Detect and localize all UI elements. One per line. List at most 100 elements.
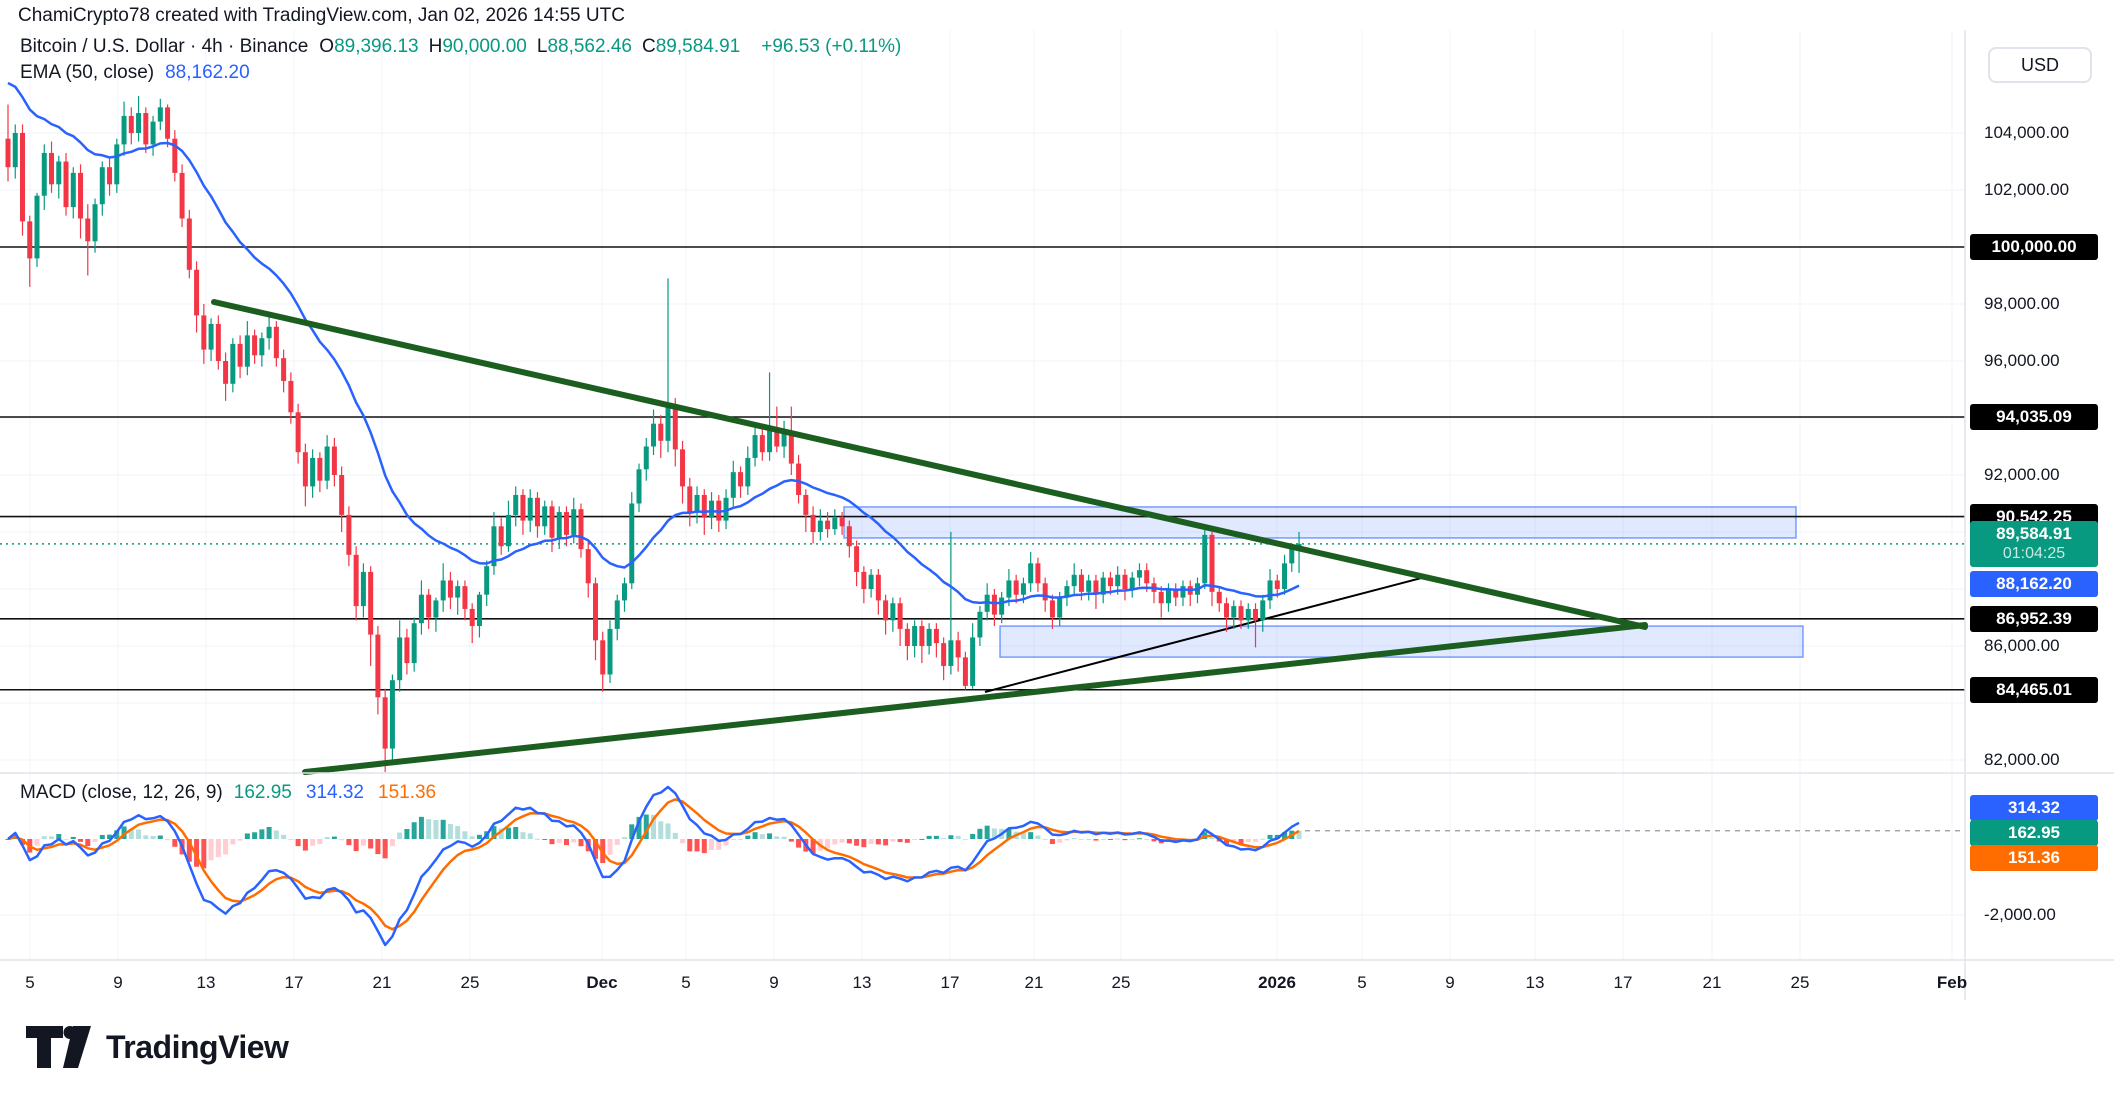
macd-legend-value: 162.95 xyxy=(234,782,292,803)
macd-histogram-bar xyxy=(1144,839,1149,840)
macd-histogram-bar xyxy=(1122,839,1127,840)
candle-body xyxy=(535,498,540,527)
candle-body xyxy=(194,270,199,316)
macd-histogram-bar xyxy=(332,837,337,839)
macd-histogram-bar xyxy=(680,839,685,843)
symbol-legend: Bitcoin / U.S. Dollar · 4h · Binance O89… xyxy=(20,36,901,58)
macd-histogram-bar xyxy=(433,820,438,839)
macd-histogram-bar xyxy=(1050,839,1055,844)
candle-body xyxy=(35,196,40,259)
macd-histogram-bar xyxy=(970,834,975,839)
time-tick-label: 17 xyxy=(941,973,960,993)
candle-body xyxy=(629,504,634,584)
macd-histogram-bar xyxy=(238,839,243,841)
macd-histogram-bar xyxy=(361,839,366,846)
candle-body xyxy=(136,113,141,133)
triangle-upper xyxy=(214,302,1645,627)
macd-histogram-bar xyxy=(354,839,359,851)
macd-histogram-bar xyxy=(317,839,322,844)
candle-body xyxy=(252,335,257,355)
candle-body xyxy=(818,521,823,532)
candle-body xyxy=(731,472,736,498)
candle-body xyxy=(789,432,794,463)
time-tick-label: 5 xyxy=(1357,973,1366,993)
macd-histogram-bar xyxy=(1064,839,1069,840)
candle-body xyxy=(85,219,90,242)
candle-body xyxy=(1268,580,1273,600)
candle-body xyxy=(1209,535,1214,592)
macd-histogram-bar xyxy=(876,839,881,844)
macd-histogram-bar xyxy=(281,835,286,839)
candle-body xyxy=(27,221,32,258)
candle-body xyxy=(1006,580,1011,597)
macd-histogram-bar xyxy=(448,824,453,839)
candle-body xyxy=(42,153,47,196)
price-tick-label: 86,000.00 xyxy=(1984,636,2060,656)
macd-histogram-bar xyxy=(977,829,982,839)
candle-body xyxy=(499,526,504,546)
macd-histogram-bar xyxy=(506,828,511,839)
candle-body xyxy=(803,495,808,515)
macd-histogram-bar xyxy=(35,839,40,846)
macd-histogram-bar xyxy=(143,835,148,839)
macd-histogram-bar xyxy=(136,829,141,839)
macd-histogram-bar xyxy=(1028,832,1033,839)
candle-body xyxy=(520,495,525,521)
candle-body xyxy=(426,595,431,618)
candle-body xyxy=(1144,570,1149,583)
macd-histogram-bar xyxy=(796,839,801,848)
candle-body xyxy=(412,623,417,663)
candle-body xyxy=(1043,583,1048,600)
macd-histogram-bar xyxy=(303,839,308,851)
candle-body xyxy=(1035,563,1040,583)
ohlc-values: O89,396.13H90,000.00L88,562.46C89,584.91 xyxy=(319,36,750,58)
candle-body xyxy=(832,518,837,529)
candle-body xyxy=(695,495,700,512)
macd-histogram-bar xyxy=(209,839,214,860)
tradingview-logo[interactable]: TradingView xyxy=(26,1024,288,1070)
candle-body xyxy=(303,452,308,486)
candle-body xyxy=(883,600,888,620)
macd-histogram-bar xyxy=(607,839,612,855)
candle-body xyxy=(1130,578,1135,589)
candle-body xyxy=(941,643,946,666)
candle-body xyxy=(1239,606,1244,620)
candle-body xyxy=(869,575,874,589)
currency-toggle-button[interactable]: USD xyxy=(1988,47,2092,83)
candle-body xyxy=(557,512,562,538)
macd-tick-label: -2,000.00 xyxy=(1984,905,2056,925)
candle-body xyxy=(658,424,663,441)
price-level-pill: 84,465.01 xyxy=(1970,677,2098,703)
candle-body xyxy=(840,518,845,527)
macd-histogram-bar xyxy=(774,836,779,839)
candle-body xyxy=(977,612,982,638)
candle-body xyxy=(549,506,554,537)
candle-body xyxy=(100,167,105,204)
macd-values: 162.95314.32151.36 xyxy=(234,782,450,804)
price-tick-label: 104,000.00 xyxy=(1984,123,2069,143)
candle-body xyxy=(1108,578,1113,587)
time-tick-label: 5 xyxy=(681,973,690,993)
candle-body xyxy=(56,162,61,185)
candle-body xyxy=(753,435,758,458)
time-tick-label: 5 xyxy=(25,973,34,993)
candle-body xyxy=(1275,580,1280,589)
macd-histogram-bar xyxy=(151,836,156,839)
macd-histogram-bar xyxy=(767,833,772,839)
macd-histogram-bar xyxy=(615,839,620,845)
candle-body xyxy=(1115,575,1120,586)
candle-body xyxy=(970,637,975,685)
macd-histogram-bar xyxy=(64,839,69,840)
candle-body xyxy=(180,173,185,219)
candle-body xyxy=(1260,600,1265,620)
time-tick-label: 13 xyxy=(853,973,872,993)
macd-histogram-bar xyxy=(455,826,460,839)
macd-histogram-bar xyxy=(695,839,700,851)
macd-histogram-bar xyxy=(42,836,47,839)
macd-legend: MACD (close, 12, 26, 9) 162.95314.32151.… xyxy=(20,782,450,804)
macd-histogram-bar xyxy=(1086,839,1091,840)
candle-body xyxy=(760,435,765,452)
macd-histogram-bar xyxy=(883,839,888,845)
macd-histogram-bar xyxy=(753,832,758,839)
macd-histogram-bar xyxy=(216,839,221,857)
